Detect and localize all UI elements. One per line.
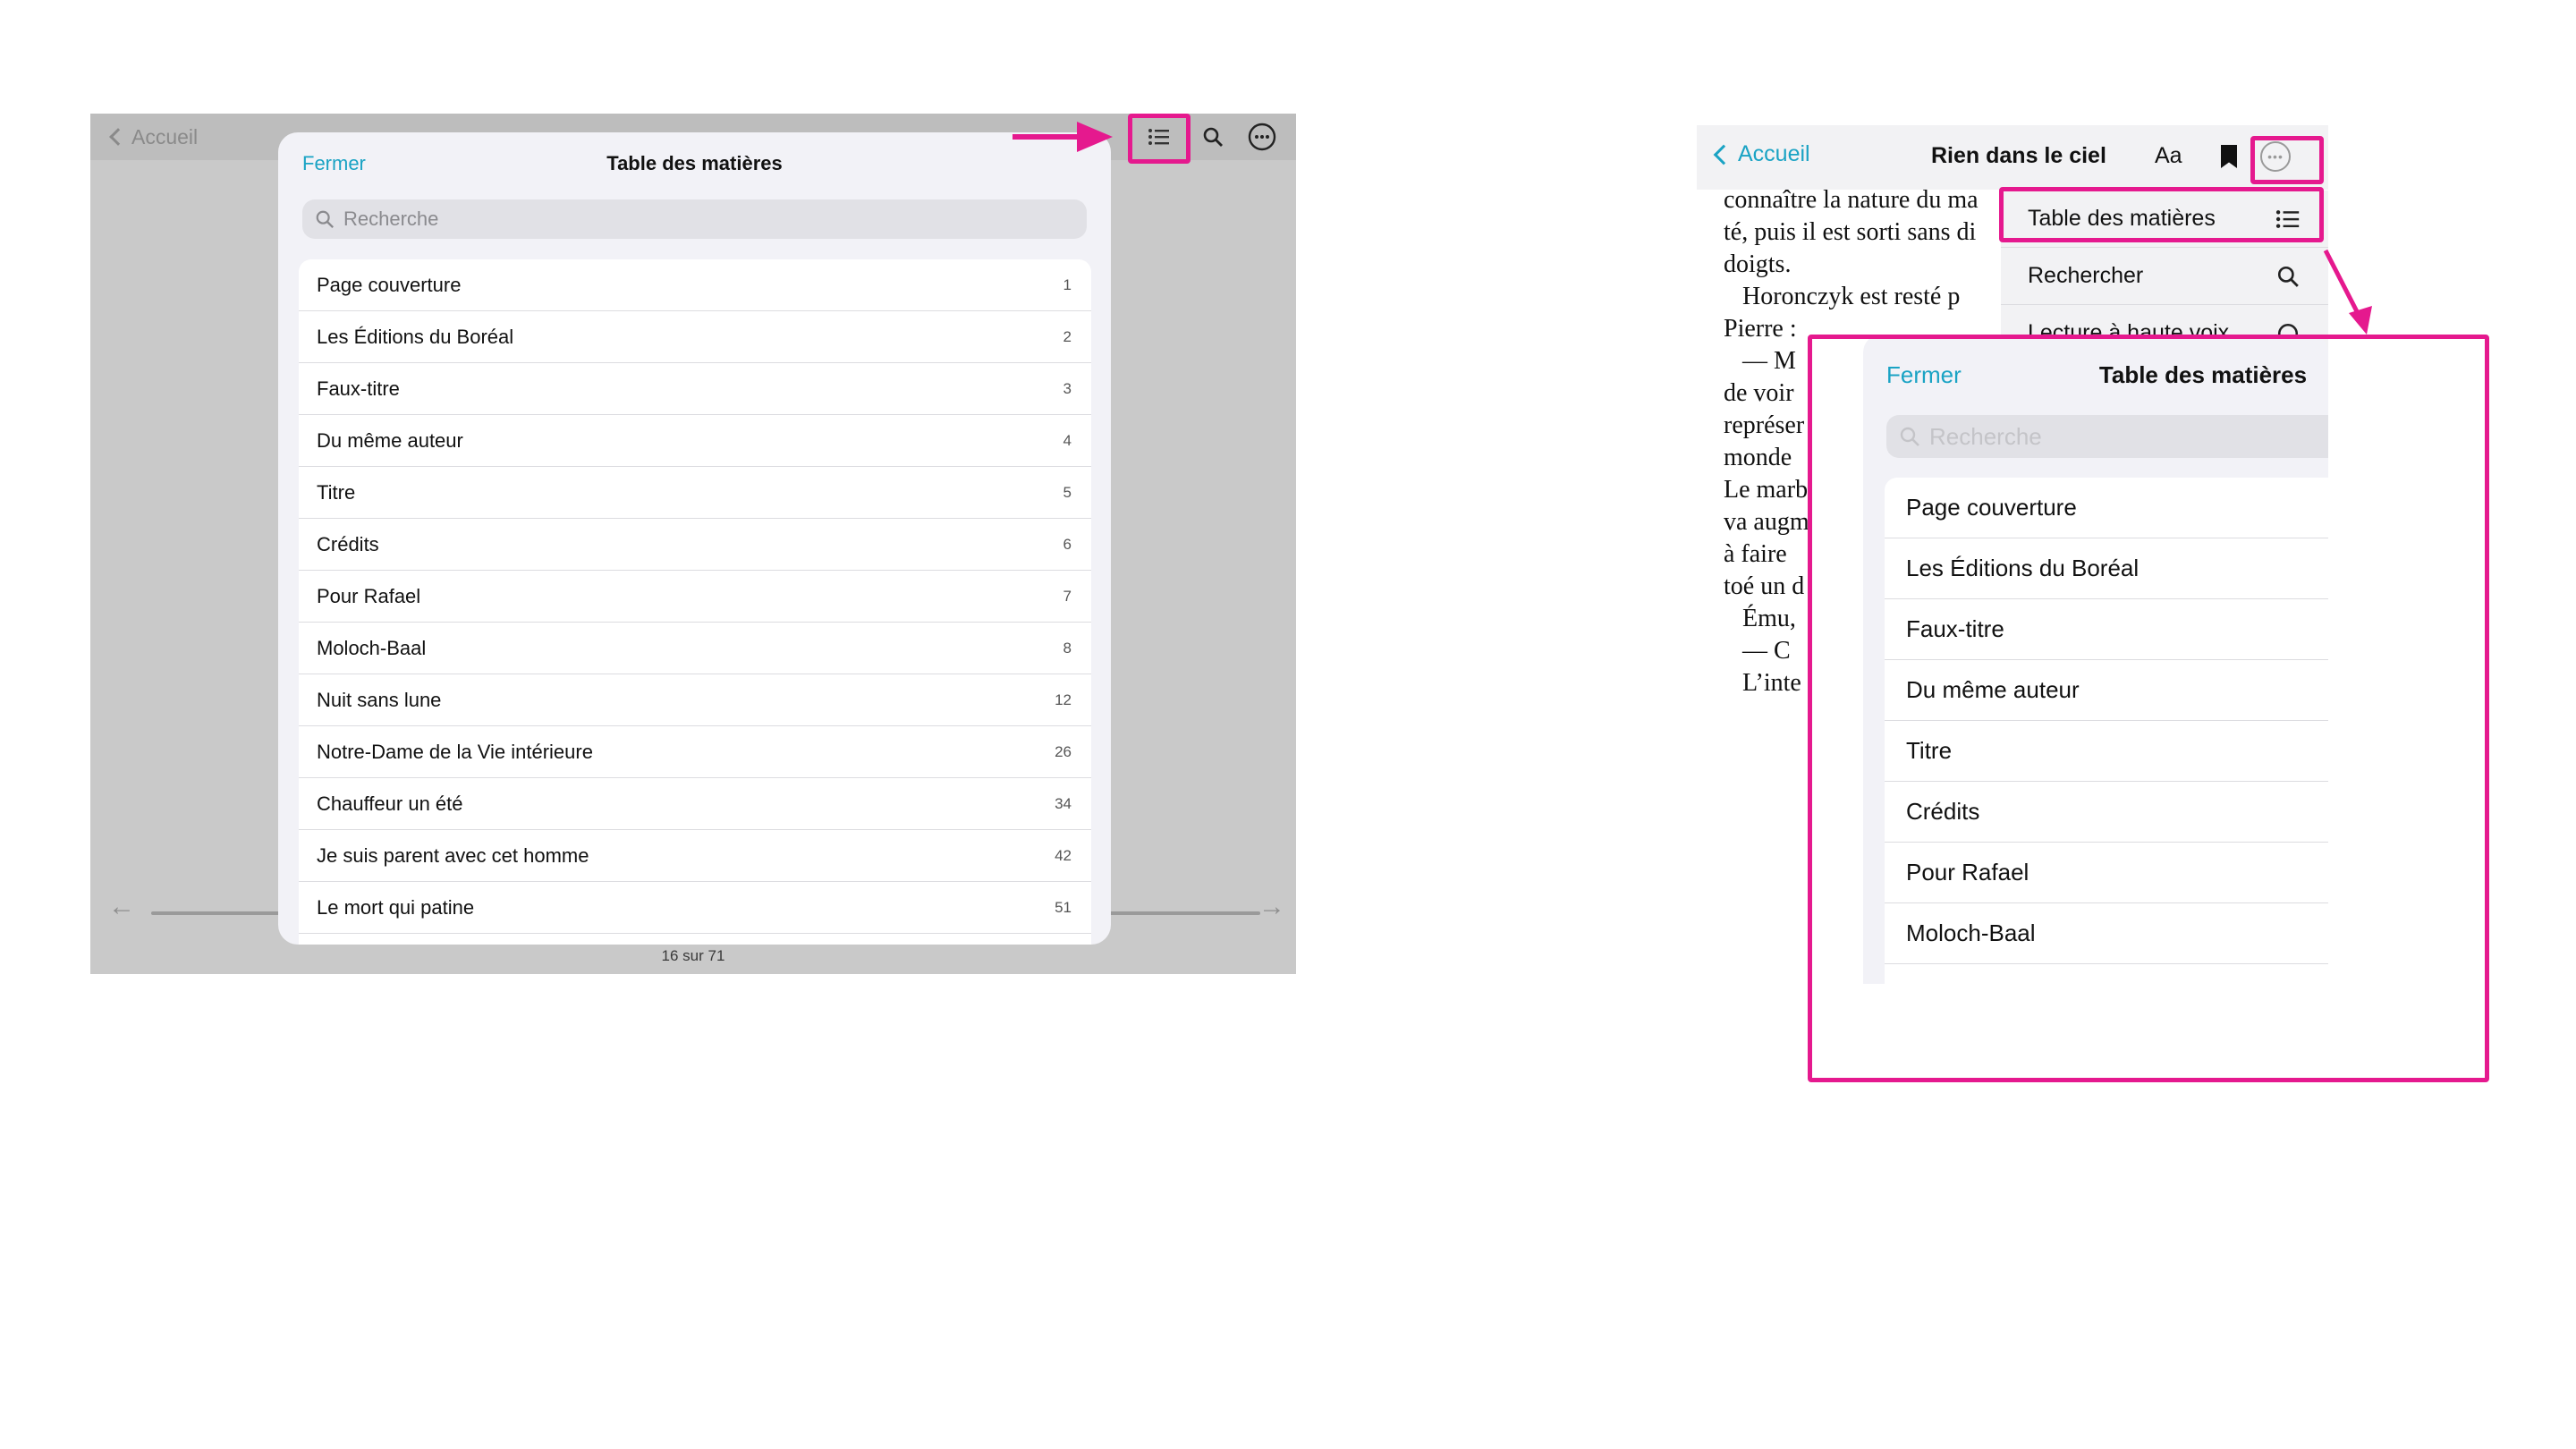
search-icon[interactable] — [1195, 121, 1231, 153]
toc-item-label: Chauffeur un été — [317, 792, 463, 815]
toc-item-page: 1 — [1063, 275, 1072, 293]
toc-item-page: 6 — [1063, 535, 1072, 553]
toc-item-label: Faux-titre — [317, 377, 400, 400]
back-button[interactable]: Accueil — [106, 123, 198, 151]
arrow-right-icon[interactable]: → — [1258, 892, 1285, 922]
toc-item-page: 5 — [1063, 483, 1072, 501]
page-counter: 16 sur 71 — [661, 947, 725, 964]
book-text-line: connaître la nature du ma — [1724, 186, 1979, 214]
toc-list-item[interactable]: Du même auteur 4 — [299, 415, 1091, 467]
toc-list-item[interactable]: Le mort qui patine 51 — [299, 882, 1091, 934]
toc-list-item[interactable]: Je suis parent avec cet homme 42 — [299, 830, 1091, 882]
toc-list-item[interactable]: Les Éditions du Boréal 2 — [299, 311, 1091, 363]
menu-item-search[interactable]: Rechercher — [2001, 248, 2328, 305]
menu-item-label: Rechercher — [2028, 263, 2144, 288]
toc-sheet: Fermer Table des matières Recherche Page… — [278, 132, 1111, 945]
toc-list-item[interactable]: Crédits 6 — [299, 519, 1091, 571]
toc-item-label: Notre-Dame de la Vie intérieure — [317, 740, 593, 763]
toc-list-item[interactable]: Moloch-Baal 8 — [299, 623, 1091, 674]
chevron-left-icon — [1713, 144, 1734, 165]
annotation-highlight-box — [1999, 187, 2324, 242]
back-button[interactable]: Accueil — [1711, 141, 1810, 167]
search-icon — [2277, 266, 2299, 287]
toc-item-page: 42 — [1055, 846, 1072, 864]
toc-list: Page couverture 1 Les Éditions du Boréal 2 F… — [299, 259, 1091, 945]
toc-item-label: Le mort qui patine — [317, 895, 475, 919]
toc-item-label: Nuit sans lune — [317, 688, 442, 711]
sheet-title: Table des matières — [606, 152, 783, 174]
toc-item-label: Du même auteur — [317, 428, 463, 452]
font-settings-button[interactable]: Aa — [2155, 143, 2182, 169]
toc-list-item[interactable]: Pour Rafael 7 — [299, 571, 1091, 623]
annotation-arrow-head — [1077, 122, 1113, 152]
annotation-highlight-box — [1128, 114, 1191, 164]
book-text-line: té, puis il est sorti sans di — [1724, 218, 1977, 246]
book-text-line: doigts. — [1724, 250, 1792, 278]
toc-item-label: Moloch-Baal — [317, 636, 427, 659]
book-title: Rien dans le ciel — [1931, 143, 2106, 168]
toc-item-label: Pour Rafael — [317, 584, 421, 607]
toc-item-page: 4 — [1063, 431, 1072, 449]
toc-list-item[interactable]: Titre 5 — [299, 467, 1091, 519]
search-field[interactable]: Recherche — [302, 199, 1087, 239]
toc-item-page: 51 — [1055, 898, 1072, 916]
back-label: Accueil — [131, 124, 199, 148]
toc-item-label: Titre — [317, 480, 356, 504]
toc-list-item[interactable]: Nuit sans lune 12 — [299, 674, 1091, 726]
back-label: Accueil — [1738, 141, 1810, 166]
search-icon — [316, 210, 335, 229]
toc-item-page: 26 — [1055, 742, 1072, 760]
toc-item-label: Page couverture — [317, 273, 462, 296]
toc-list-item[interactable]: Notre-Dame de la Vie intérieure 26 — [299, 726, 1091, 778]
toc-item-page: 34 — [1055, 794, 1072, 812]
toc-item-label: Les Éditions du Boréal — [317, 325, 514, 348]
toc-list-item[interactable]: Chauffeur un été 34 — [299, 778, 1091, 830]
arrow-left-icon[interactable]: ← — [108, 892, 135, 922]
more-options-icon[interactable] — [1244, 121, 1280, 153]
book-text-line: Horonczyk est resté p — [1724, 283, 1961, 310]
toc-list-item[interactable]: Page couverture 1 — [299, 259, 1091, 311]
search-placeholder: Recherche — [343, 208, 439, 230]
toc-list-item[interactable]: Faux-titre 3 — [299, 363, 1091, 415]
toc-item-label: Je suis parent avec cet homme — [317, 843, 589, 867]
annotation-highlight-box — [2250, 136, 2324, 184]
toc-item-page: 8 — [1063, 639, 1072, 657]
toc-item-page: 7 — [1063, 587, 1072, 605]
toc-item-label: Crédits — [317, 532, 379, 555]
annotation-arrow-line — [1013, 134, 1084, 140]
annotation-highlight-box — [1808, 335, 2489, 1082]
toc-item-page: 2 — [1063, 327, 1072, 345]
chevron-left-icon — [109, 128, 127, 146]
toc-item-page: 12 — [1055, 691, 1072, 708]
annotation-arrow — [2323, 249, 2372, 335]
toc-item-page: 3 — [1063, 379, 1072, 397]
